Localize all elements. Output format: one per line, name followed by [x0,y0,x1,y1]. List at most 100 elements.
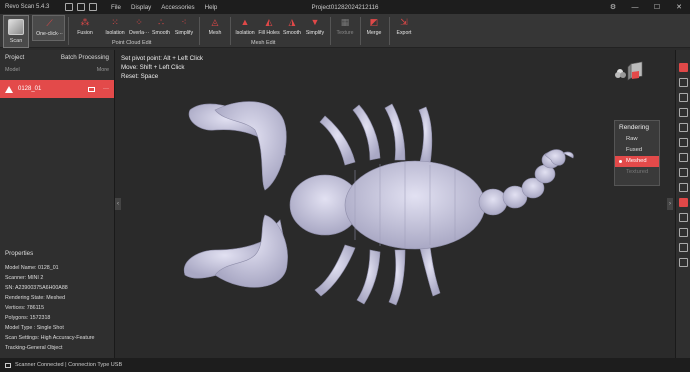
project-title: Project01282024212116 [311,3,379,11]
one-click-label: One-click··· [36,31,63,37]
properties-title: Properties [5,250,34,257]
mesh-simplify-button[interactable]: ▼ Simplify [304,16,326,38]
screenshot-icon[interactable] [678,258,688,267]
layers-icon[interactable] [678,213,688,222]
open-folder-icon[interactable] [77,3,85,11]
smooth-icon: ∴ [158,17,164,27]
save-icon[interactable] [65,3,73,11]
contrast-icon[interactable] [678,153,688,162]
divider [68,17,69,45]
collapse-left-button[interactable]: ‹ [115,198,121,210]
fill-holes-button[interactable]: ◭ Fill Holes [257,16,281,38]
one-click-button[interactable]: ⟋ One-click··· [32,15,65,41]
mesh-isolation-label: Isolation [235,30,255,36]
scan-button[interactable]: Scan [3,15,29,48]
pc-isolation-button[interactable]: ⁙ Isolation [104,16,126,38]
export-button[interactable]: ⇲ Export [394,16,414,38]
prop-sn: SN: A23900375A6H00A88 [5,285,68,291]
close-icon[interactable]: ✕ [668,3,690,11]
scan-label: Scan [9,38,23,44]
render-option-fused[interactable]: Fused [615,145,659,156]
frame-icon[interactable] [678,183,688,192]
mesh-edit-group-label: Mesh Edit [251,40,276,46]
menu-display[interactable]: Display [131,4,151,11]
mesh-icon: ◬ [211,17,219,27]
mesh-isolation-button[interactable]: ▲ Isolation [234,16,256,38]
pc-simplify-label: Simplify [174,30,194,36]
magic-wand-icon: ⟋ [46,18,53,28]
properties-header: Properties [0,246,115,263]
measure-icon[interactable] [678,228,688,237]
3d-viewport[interactable]: Set pivot point: Alt + Left Click Move: … [115,50,675,358]
minimize-icon[interactable]: — [624,4,646,11]
home-icon[interactable] [89,3,97,11]
crop-tool-icon[interactable] [678,138,688,147]
menu-help[interactable]: Help [205,4,218,11]
isolation-icon: ⁙ [111,17,119,27]
rendering-mode-icon[interactable] [678,198,688,207]
menu-accessories[interactable]: Accessories [161,4,194,11]
merge-icon: ◩ [369,17,379,27]
prop-model-type: Model Type : Single Shot [5,325,64,331]
right-toolbar [675,50,690,358]
render-option-raw[interactable]: Raw [615,134,659,145]
overlap-button[interactable]: ⁘ Overla··· [128,16,150,38]
prop-model-name: Model Name: 0128_01 [5,265,59,271]
warning-icon [5,85,13,93]
mesh-simplify-icon: ▼ [310,17,320,27]
visibility-icon[interactable] [88,86,95,92]
pc-smooth-label: Smooth [152,30,170,36]
texture-button[interactable]: ▦ Texture [334,16,356,38]
more-options-button[interactable]: ··· [103,86,109,92]
col-model: Model [5,67,20,73]
prop-vertices: Vertices: 786115 [5,305,45,311]
brush-tool-icon[interactable] [678,93,688,102]
divider [230,17,231,45]
maximize-icon[interactable]: ☐ [646,3,668,11]
prop-scanner: Scanner: MINI 2 [5,275,44,281]
prop-scan-settings: Scan Settings: High Accuracy-Feature [5,335,95,341]
status-text: Scanner Connected | Connection Type USB [15,362,123,368]
view-cube-icon[interactable] [612,58,646,84]
menu-file[interactable]: File [111,4,121,11]
scorpion-model[interactable] [115,50,675,358]
merge-label: Merge [366,30,382,36]
toolbar: Scan ⟋ One-click··· ⁂ Fusion ⁙ Isolation… [0,14,690,48]
light-icon[interactable] [678,243,688,252]
project-panel: Project Batch Processing Model More 0128… [0,50,115,358]
pc-smooth-button[interactable]: ∴ Smooth [151,16,171,38]
project-title-label: Project [5,54,25,61]
settings-icon[interactable]: ⚙ [602,3,624,11]
title-bar: Revo Scan 5.4.3 File Display Accessories… [0,0,690,14]
prop-rendering-state: Rendering State: Meshed [5,295,66,301]
export-label: Export [396,30,412,36]
fill-holes-icon: ◭ [265,17,273,27]
col-more: More [96,67,109,73]
mesh-smooth-icon: ◮ [288,17,296,27]
invert-selection-icon[interactable] [678,108,688,117]
mesh-button[interactable]: ◬ Mesh [205,16,225,38]
prop-scan-settings-cont: Tracking-General Object [5,345,63,351]
model-name: 0128_01 [18,86,42,92]
lasso-tool-icon[interactable] [678,78,688,87]
mesh-smooth-label: Smooth [283,30,301,36]
model-column-header: Model More [0,65,114,75]
point-cloud-group-label: Point Cloud Edit [112,40,152,46]
render-option-textured[interactable]: Textured [615,167,659,178]
simplify-icon: ⁖ [181,17,187,27]
batch-processing-button[interactable]: Batch Processing [61,54,109,61]
model-row[interactable]: 0128_01 ··· [0,80,114,98]
mesh-label: Mesh [208,30,222,36]
pen-tool-icon[interactable] [678,123,688,132]
merge-button[interactable]: ◩ Merge [364,16,384,38]
mesh-smooth-button[interactable]: ◮ Smooth [282,16,302,38]
pc-simplify-button[interactable]: ⁖ Simplify [173,16,195,38]
prop-polygons: Polygons: 1572318 [5,315,51,321]
render-option-meshed[interactable]: Meshed [615,156,659,167]
collapse-right-button[interactable]: › [667,198,673,210]
overlap-icon: ⁘ [135,17,143,27]
divider [360,17,361,45]
select-tool-icon[interactable] [678,63,688,72]
grid-icon[interactable] [678,168,688,177]
fusion-button[interactable]: ⁂ Fusion [75,16,95,38]
